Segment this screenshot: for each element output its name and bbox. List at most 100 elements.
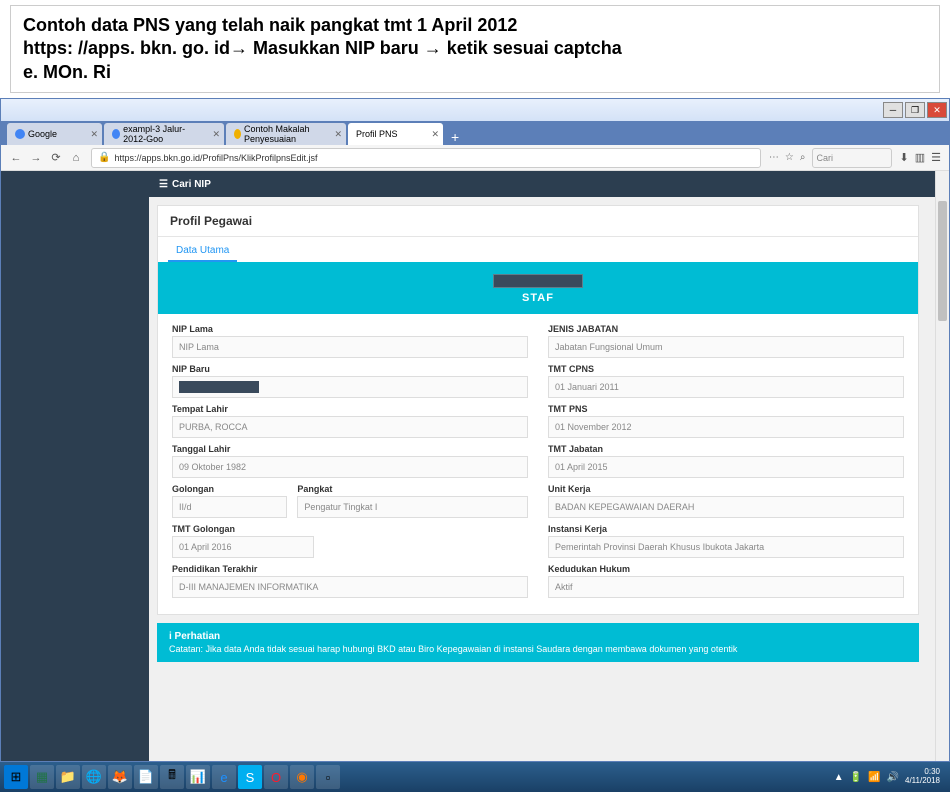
jenis-jabatan-label: JENIS JABATAN	[548, 324, 904, 334]
star-icon[interactable]: ☆	[785, 152, 794, 163]
golongan-field[interactable]: II/d	[172, 496, 287, 518]
cari-nip-bar[interactable]: ☰ Cari NIP	[149, 171, 949, 197]
opera-icon[interactable]: O	[264, 765, 288, 789]
tab-google[interactable]: Google ✕	[7, 123, 102, 145]
pendidikan-field[interactable]: D-III MANAJEMEN INFORMATIKA	[172, 576, 528, 598]
tmt-cpns-label: TMT CPNS	[548, 364, 904, 374]
excel-icon[interactable]: ▦	[30, 765, 54, 789]
library-icon[interactable]: ▥	[915, 151, 925, 164]
form-grid: NIP Lama NIP Lama NIP Baru Tempat Lahir …	[158, 314, 918, 614]
tmt-pns-field[interactable]: 01 November 2012	[548, 416, 904, 438]
jenis-jabatan-field[interactable]: Jabatan Fungsional Umum	[548, 336, 904, 358]
page-body: ☰ Cari NIP Profil Pegawai Data Utama STA…	[1, 171, 949, 761]
app-icon[interactable]: ▫	[316, 765, 340, 789]
tmt-jabatan-label: TMT Jabatan	[548, 444, 904, 454]
tmt-golongan-label: TMT Golongan	[172, 524, 314, 534]
close-icon[interactable]: ✕	[431, 129, 439, 140]
minimize-button[interactable]: ─	[883, 102, 903, 118]
unit-kerja-field[interactable]: BADAN KEPEGAWAIAN DAERAH	[548, 496, 904, 518]
tab-profil-pns[interactable]: Profil PNS ✕	[348, 123, 443, 145]
avast-icon[interactable]: ◉	[290, 765, 314, 789]
tab-strip: Google ✕ exampl-3 Jalur-2012-Goo ✕ Conto…	[1, 121, 949, 145]
pendidikan-label: Pendidikan Terakhir	[172, 564, 528, 574]
clock[interactable]: 0:30 4/11/2018	[905, 768, 940, 786]
pangkat-field[interactable]: Pengatur Tingkat I	[297, 496, 528, 518]
tmt-jabatan-field[interactable]: 01 April 2015	[548, 456, 904, 478]
instansi-kerja-label: Instansi Kerja	[548, 524, 904, 534]
word-icon[interactable]: 📄	[134, 765, 158, 789]
perhatian-title: i Perhatian	[169, 631, 907, 642]
close-icon[interactable]: ✕	[212, 129, 220, 140]
instansi-kerja-field[interactable]: Pemerintah Provinsi Daerah Khusus Ibukot…	[548, 536, 904, 558]
tanggal-lahir-field[interactable]: 09 Oktober 1982	[172, 456, 528, 478]
tmt-cpns-field[interactable]: 01 Januari 2011	[548, 376, 904, 398]
skype-icon[interactable]: S	[238, 765, 262, 789]
slide-caption-box: Contoh data PNS yang telah naik pangkat …	[10, 5, 940, 93]
search-input[interactable]: Cari	[812, 148, 892, 168]
close-button[interactable]: ✕	[927, 102, 947, 118]
tab-makalah[interactable]: Contoh Makalah Penyesuaian ✕	[226, 123, 346, 145]
new-tab-button[interactable]: +	[445, 129, 465, 145]
card-title: Profil Pegawai	[158, 206, 918, 237]
battery-icon[interactable]: 🔋	[850, 772, 862, 783]
perhatian-alert: i Perhatian Catatan: Jika data Anda tida…	[157, 623, 919, 662]
nip-baru-field[interactable]	[172, 376, 528, 398]
staff-label: STAF	[158, 292, 918, 304]
address-bar: ← → ⟳ ⌂ 🔒 https://apps.bkn.go.id/ProfilP…	[1, 145, 949, 171]
system-tray: ▲ 🔋 📶 🔊 0:30 4/11/2018	[834, 768, 946, 786]
download-icon[interactable]: ⬇	[900, 151, 909, 164]
profile-card: Profil Pegawai Data Utama STAF NIP Lama …	[157, 205, 919, 615]
nip-lama-field[interactable]: NIP Lama	[172, 336, 528, 358]
firefox-icon[interactable]: 🦊	[108, 765, 132, 789]
start-button[interactable]: ⊞	[4, 765, 28, 789]
volume-icon[interactable]: 🔊	[887, 772, 899, 783]
tempat-lahir-field[interactable]: PURBA, ROCCA	[172, 416, 528, 438]
form-right-column: JENIS JABATAN Jabatan Fungsional Umum TM…	[548, 324, 904, 604]
sidebar	[1, 171, 149, 761]
main-content: ☰ Cari NIP Profil Pegawai Data Utama STA…	[149, 171, 949, 761]
nip-lama-label: NIP Lama	[172, 324, 528, 334]
url-input[interactable]: 🔒 https://apps.bkn.go.id/ProfilPns/KlikP…	[91, 148, 761, 168]
tab-label: Profil PNS	[356, 129, 398, 139]
tab-data-utama[interactable]: Data Utama	[168, 241, 237, 262]
search-glass-icon: ⌕	[800, 152, 806, 163]
menu-icon[interactable]: ☰	[931, 151, 941, 164]
forward-button[interactable]: →	[29, 151, 43, 165]
unit-kerja-label: Unit Kerja	[548, 484, 904, 494]
reload-button[interactable]: ⟳	[49, 151, 63, 165]
tab-label: Contoh Makalah Penyesuaian	[244, 124, 328, 144]
hamburger-icon: ☰	[159, 179, 168, 190]
scroll-thumb[interactable]	[938, 201, 947, 321]
vertical-scrollbar[interactable]	[935, 171, 949, 761]
window-titlebar: ─ ❐ ✕	[1, 99, 949, 121]
powerpoint-icon[interactable]: 📊	[186, 765, 210, 789]
kedudukan-label: Kedudukan Hukum	[548, 564, 904, 574]
home-button[interactable]: ⌂	[69, 151, 83, 165]
close-icon[interactable]: ✕	[90, 129, 98, 140]
lock-icon: 🔒	[98, 152, 110, 163]
tmt-golongan-field[interactable]: 01 April 2016	[172, 536, 314, 558]
maximize-button[interactable]: ❐	[905, 102, 925, 118]
chrome-icon[interactable]: 🌐	[82, 765, 106, 789]
name-redacted	[493, 274, 583, 288]
show-hidden-icon[interactable]: ▲	[834, 772, 844, 783]
tab-example[interactable]: exampl-3 Jalur-2012-Goo ✕	[104, 123, 224, 145]
golongan-label: Golongan	[172, 484, 287, 494]
kedudukan-field[interactable]: Aktif	[548, 576, 904, 598]
calc-icon[interactable]: 🖩	[160, 765, 184, 789]
ie-icon[interactable]: e	[212, 765, 236, 789]
explorer-icon[interactable]: 📁	[56, 765, 80, 789]
nip-redacted	[179, 381, 259, 393]
page-actions-dots[interactable]: ⋯	[769, 152, 779, 163]
date-text: 4/11/2018	[905, 777, 940, 786]
back-button[interactable]: ←	[9, 151, 23, 165]
cari-nip-label: Cari NIP	[172, 179, 211, 190]
network-icon[interactable]: 📶	[868, 772, 880, 783]
tanggal-lahir-label: Tanggal Lahir	[172, 444, 528, 454]
url-text: https://apps.bkn.go.id/ProfilPns/KlikPro…	[114, 153, 317, 163]
perhatian-text: Catatan: Jika data Anda tidak sesuai har…	[169, 644, 907, 654]
close-icon[interactable]: ✕	[334, 129, 342, 140]
tab-label: exampl-3 Jalur-2012-Goo	[123, 124, 206, 144]
browser-window: ─ ❐ ✕ Google ✕ exampl-3 Jalur-2012-Goo ✕…	[0, 98, 950, 762]
staff-banner: STAF	[158, 262, 918, 314]
